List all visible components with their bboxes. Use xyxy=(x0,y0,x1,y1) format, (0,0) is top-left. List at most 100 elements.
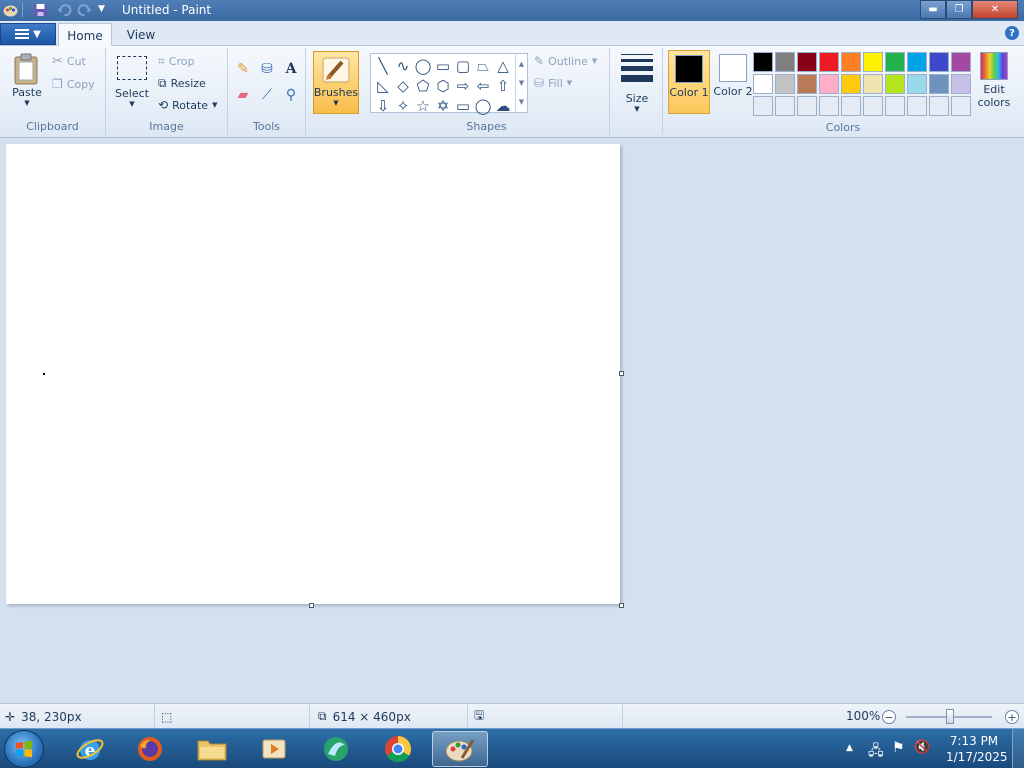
select-button[interactable]: Select ▼ xyxy=(112,56,152,108)
resize-handle-bottom[interactable] xyxy=(309,603,314,608)
show-hidden-icons-icon[interactable]: ▲ xyxy=(846,743,853,753)
rotate-button[interactable]: ⟲ Rotate ▼ xyxy=(158,98,217,112)
palette-swatch[interactable] xyxy=(753,52,773,72)
eraser-icon[interactable]: ▰ xyxy=(232,84,254,105)
tab-home[interactable]: Home xyxy=(58,23,112,47)
color1-button[interactable]: Color 1 xyxy=(668,50,710,114)
expand-gallery-icon[interactable]: ▼ xyxy=(519,98,524,106)
scroll-up-icon[interactable]: ▲ xyxy=(519,60,524,68)
customize-quick-access-icon[interactable]: ▼ xyxy=(98,4,105,14)
help-icon[interactable]: ? xyxy=(1005,26,1019,40)
zoom-out-button[interactable]: − xyxy=(882,710,896,724)
resize-handle-corner[interactable] xyxy=(619,603,624,608)
up-arrow-shape-icon[interactable]: ⇧ xyxy=(493,76,513,96)
palette-swatch[interactable] xyxy=(775,96,795,116)
palette-swatch[interactable] xyxy=(863,52,883,72)
palette-swatch[interactable] xyxy=(819,96,839,116)
shapes-scrollbar[interactable]: ▲ ▼ ▼ xyxy=(515,54,527,112)
taskbar-chrome[interactable] xyxy=(370,731,426,767)
palette-swatch[interactable] xyxy=(907,74,927,94)
line-shape-icon[interactable]: ╲ xyxy=(373,56,393,76)
palette-swatch[interactable] xyxy=(907,52,927,72)
start-button[interactable] xyxy=(4,730,44,768)
brushes-button[interactable]: Brushes ▼ xyxy=(313,51,359,114)
right-arrow-shape-icon[interactable]: ⇨ xyxy=(453,76,473,96)
resize-handle-right[interactable] xyxy=(619,371,624,376)
curve-shape-icon[interactable]: ∿ xyxy=(393,56,413,76)
paint-menu-button[interactable]: ▼ xyxy=(0,23,56,45)
zoom-in-button[interactable]: + xyxy=(1005,710,1019,724)
rectangle-shape-icon[interactable]: ▭ xyxy=(433,56,453,76)
outline-button[interactable]: ✎ Outline ▼ xyxy=(534,54,597,68)
six-point-star-shape-icon[interactable]: ✡ xyxy=(433,96,453,116)
polygon-shape-icon[interactable]: ⏢ xyxy=(473,56,493,76)
save-icon[interactable] xyxy=(32,2,49,18)
zoom-slider-thumb[interactable] xyxy=(946,709,954,724)
five-point-star-shape-icon[interactable]: ☆ xyxy=(413,96,433,116)
palette-swatch[interactable] xyxy=(885,96,905,116)
network-icon[interactable]: 🖧 xyxy=(868,740,884,764)
close-button[interactable]: ✕ xyxy=(972,0,1018,19)
palette-swatch[interactable] xyxy=(951,96,971,116)
action-center-flag-icon[interactable]: ⚑ xyxy=(892,740,905,756)
rounded-rectangle-shape-icon[interactable]: ▢ xyxy=(453,56,473,76)
pentagon-shape-icon[interactable]: ⬠ xyxy=(413,76,433,96)
taskbar-network-app[interactable] xyxy=(308,731,364,767)
taskbar-firefox[interactable] xyxy=(122,731,178,767)
maximize-button[interactable]: ❐ xyxy=(946,0,972,19)
canvas-workspace[interactable] xyxy=(0,138,1024,703)
palette-swatch[interactable] xyxy=(775,74,795,94)
color2-button[interactable]: Color 2 xyxy=(712,50,754,114)
palette-swatch[interactable] xyxy=(929,74,949,94)
right-triangle-shape-icon[interactable]: ◺ xyxy=(373,76,393,96)
palette-swatch[interactable] xyxy=(885,74,905,94)
palette-swatch[interactable] xyxy=(841,96,861,116)
taskbar-file-explorer[interactable] xyxy=(184,731,240,767)
palette-swatch[interactable] xyxy=(929,96,949,116)
taskbar-internet-explorer[interactable]: e xyxy=(62,731,118,767)
palette-swatch[interactable] xyxy=(885,52,905,72)
hexagon-shape-icon[interactable]: ⬡ xyxy=(433,76,453,96)
palette-swatch[interactable] xyxy=(753,96,773,116)
taskbar-clock[interactable]: 7:13 PM 1/17/2025 xyxy=(946,733,1008,765)
taskbar-paint[interactable] xyxy=(432,731,488,767)
crop-button[interactable]: ⌗ Crop xyxy=(158,54,194,69)
fill-button[interactable]: ⛁ Fill ▼ xyxy=(534,76,572,90)
oval-callout-shape-icon[interactable]: ◯ xyxy=(473,96,493,116)
taskbar-media-player[interactable] xyxy=(246,731,302,767)
rounded-callout-shape-icon[interactable]: ▭ xyxy=(453,96,473,116)
copy-button[interactable]: ❐ Copy xyxy=(52,77,95,91)
triangle-shape-icon[interactable]: △ xyxy=(493,56,513,76)
pencil-icon[interactable]: ✎ xyxy=(232,58,254,79)
cloud-callout-shape-icon[interactable]: ☁ xyxy=(493,96,513,116)
minimize-button[interactable]: ▬ xyxy=(920,0,946,19)
size-button[interactable]: Size ▼ xyxy=(618,54,656,113)
palette-swatch[interactable] xyxy=(819,74,839,94)
palette-swatch[interactable] xyxy=(797,74,817,94)
palette-swatch[interactable] xyxy=(863,96,883,116)
scroll-down-icon[interactable]: ▼ xyxy=(519,79,524,87)
palette-swatch[interactable] xyxy=(929,52,949,72)
paste-button[interactable]: Paste ▼ xyxy=(8,52,46,107)
redo-icon[interactable] xyxy=(76,2,93,18)
palette-swatch[interactable] xyxy=(951,52,971,72)
palette-swatch[interactable] xyxy=(951,74,971,94)
palette-swatch[interactable] xyxy=(797,52,817,72)
volume-muted-icon[interactable]: 🔇 xyxy=(914,740,930,755)
palette-swatch[interactable] xyxy=(775,52,795,72)
edit-colors-button[interactable]: Edit colors xyxy=(975,52,1013,109)
four-point-star-shape-icon[interactable]: ✧ xyxy=(393,96,413,116)
magnifier-icon[interactable]: ⚲ xyxy=(280,84,302,105)
text-tool-icon[interactable]: A xyxy=(280,58,302,79)
tab-view[interactable]: View xyxy=(116,23,166,46)
palette-swatch[interactable] xyxy=(819,52,839,72)
oval-shape-icon[interactable]: ◯ xyxy=(413,56,433,76)
cut-button[interactable]: ✂ Cut xyxy=(52,54,86,69)
palette-swatch[interactable] xyxy=(797,96,817,116)
palette-swatch[interactable] xyxy=(841,74,861,94)
drawing-canvas[interactable] xyxy=(6,144,620,604)
palette-swatch[interactable] xyxy=(863,74,883,94)
palette-swatch[interactable] xyxy=(841,52,861,72)
resize-button[interactable]: ⧉ Resize xyxy=(158,76,206,91)
left-arrow-shape-icon[interactable]: ⇦ xyxy=(473,76,493,96)
